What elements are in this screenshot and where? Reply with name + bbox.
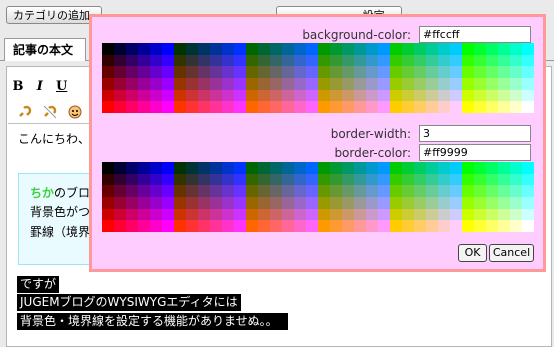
italic-button[interactable]: I bbox=[32, 78, 48, 96]
bold-button[interactable]: B bbox=[10, 78, 26, 96]
ok-button[interactable]: OK bbox=[458, 244, 487, 262]
border-color-palette[interactable] bbox=[102, 162, 534, 233]
background-color-palette[interactable] bbox=[102, 43, 534, 114]
toolbar-divider bbox=[8, 123, 98, 124]
selected-line-3: 背景色・境界線を設定する機能がありませぬ。。 bbox=[17, 313, 288, 330]
unlink-icon[interactable] bbox=[41, 104, 59, 122]
border-width-label: border-width: bbox=[330, 127, 411, 141]
tab-article-body[interactable]: 記事の本文 bbox=[4, 38, 86, 61]
selected-line-1: ですが bbox=[17, 276, 60, 293]
underline-button[interactable]: U bbox=[54, 78, 70, 96]
box-line-1-rest: のブロ bbox=[54, 186, 91, 200]
link-icon[interactable] bbox=[16, 104, 34, 122]
box-line-1: ちかのブロ bbox=[30, 184, 90, 201]
background-color-input[interactable]: #ffccff bbox=[419, 26, 531, 43]
background-color-label: background-color: bbox=[302, 28, 411, 42]
greeting-text: こんにちわ、 bbox=[18, 132, 91, 146]
border-width-input[interactable]: 3 bbox=[419, 125, 531, 142]
cancel-button[interactable]: Cancel bbox=[489, 244, 534, 262]
color-picker-popup: background-color: #ffccff border-width: … bbox=[89, 14, 546, 272]
box-line-2: 背景色がつ bbox=[30, 205, 91, 219]
emoji-icon[interactable] bbox=[66, 104, 84, 122]
selected-line-2: JUGEMブログのWYSIWYGエディタには bbox=[17, 294, 241, 311]
border-color-input[interactable]: #ff9999 bbox=[419, 144, 531, 161]
format-toolbar: B I U bbox=[10, 78, 72, 100]
add-category-button[interactable]: カテゴリの追加 bbox=[6, 6, 102, 24]
box-line-3: 罫線（境界 bbox=[30, 225, 91, 239]
box-highlight-text: ちか bbox=[30, 186, 55, 200]
insert-toolbar bbox=[16, 104, 87, 122]
border-color-label: border-color: bbox=[334, 146, 411, 160]
